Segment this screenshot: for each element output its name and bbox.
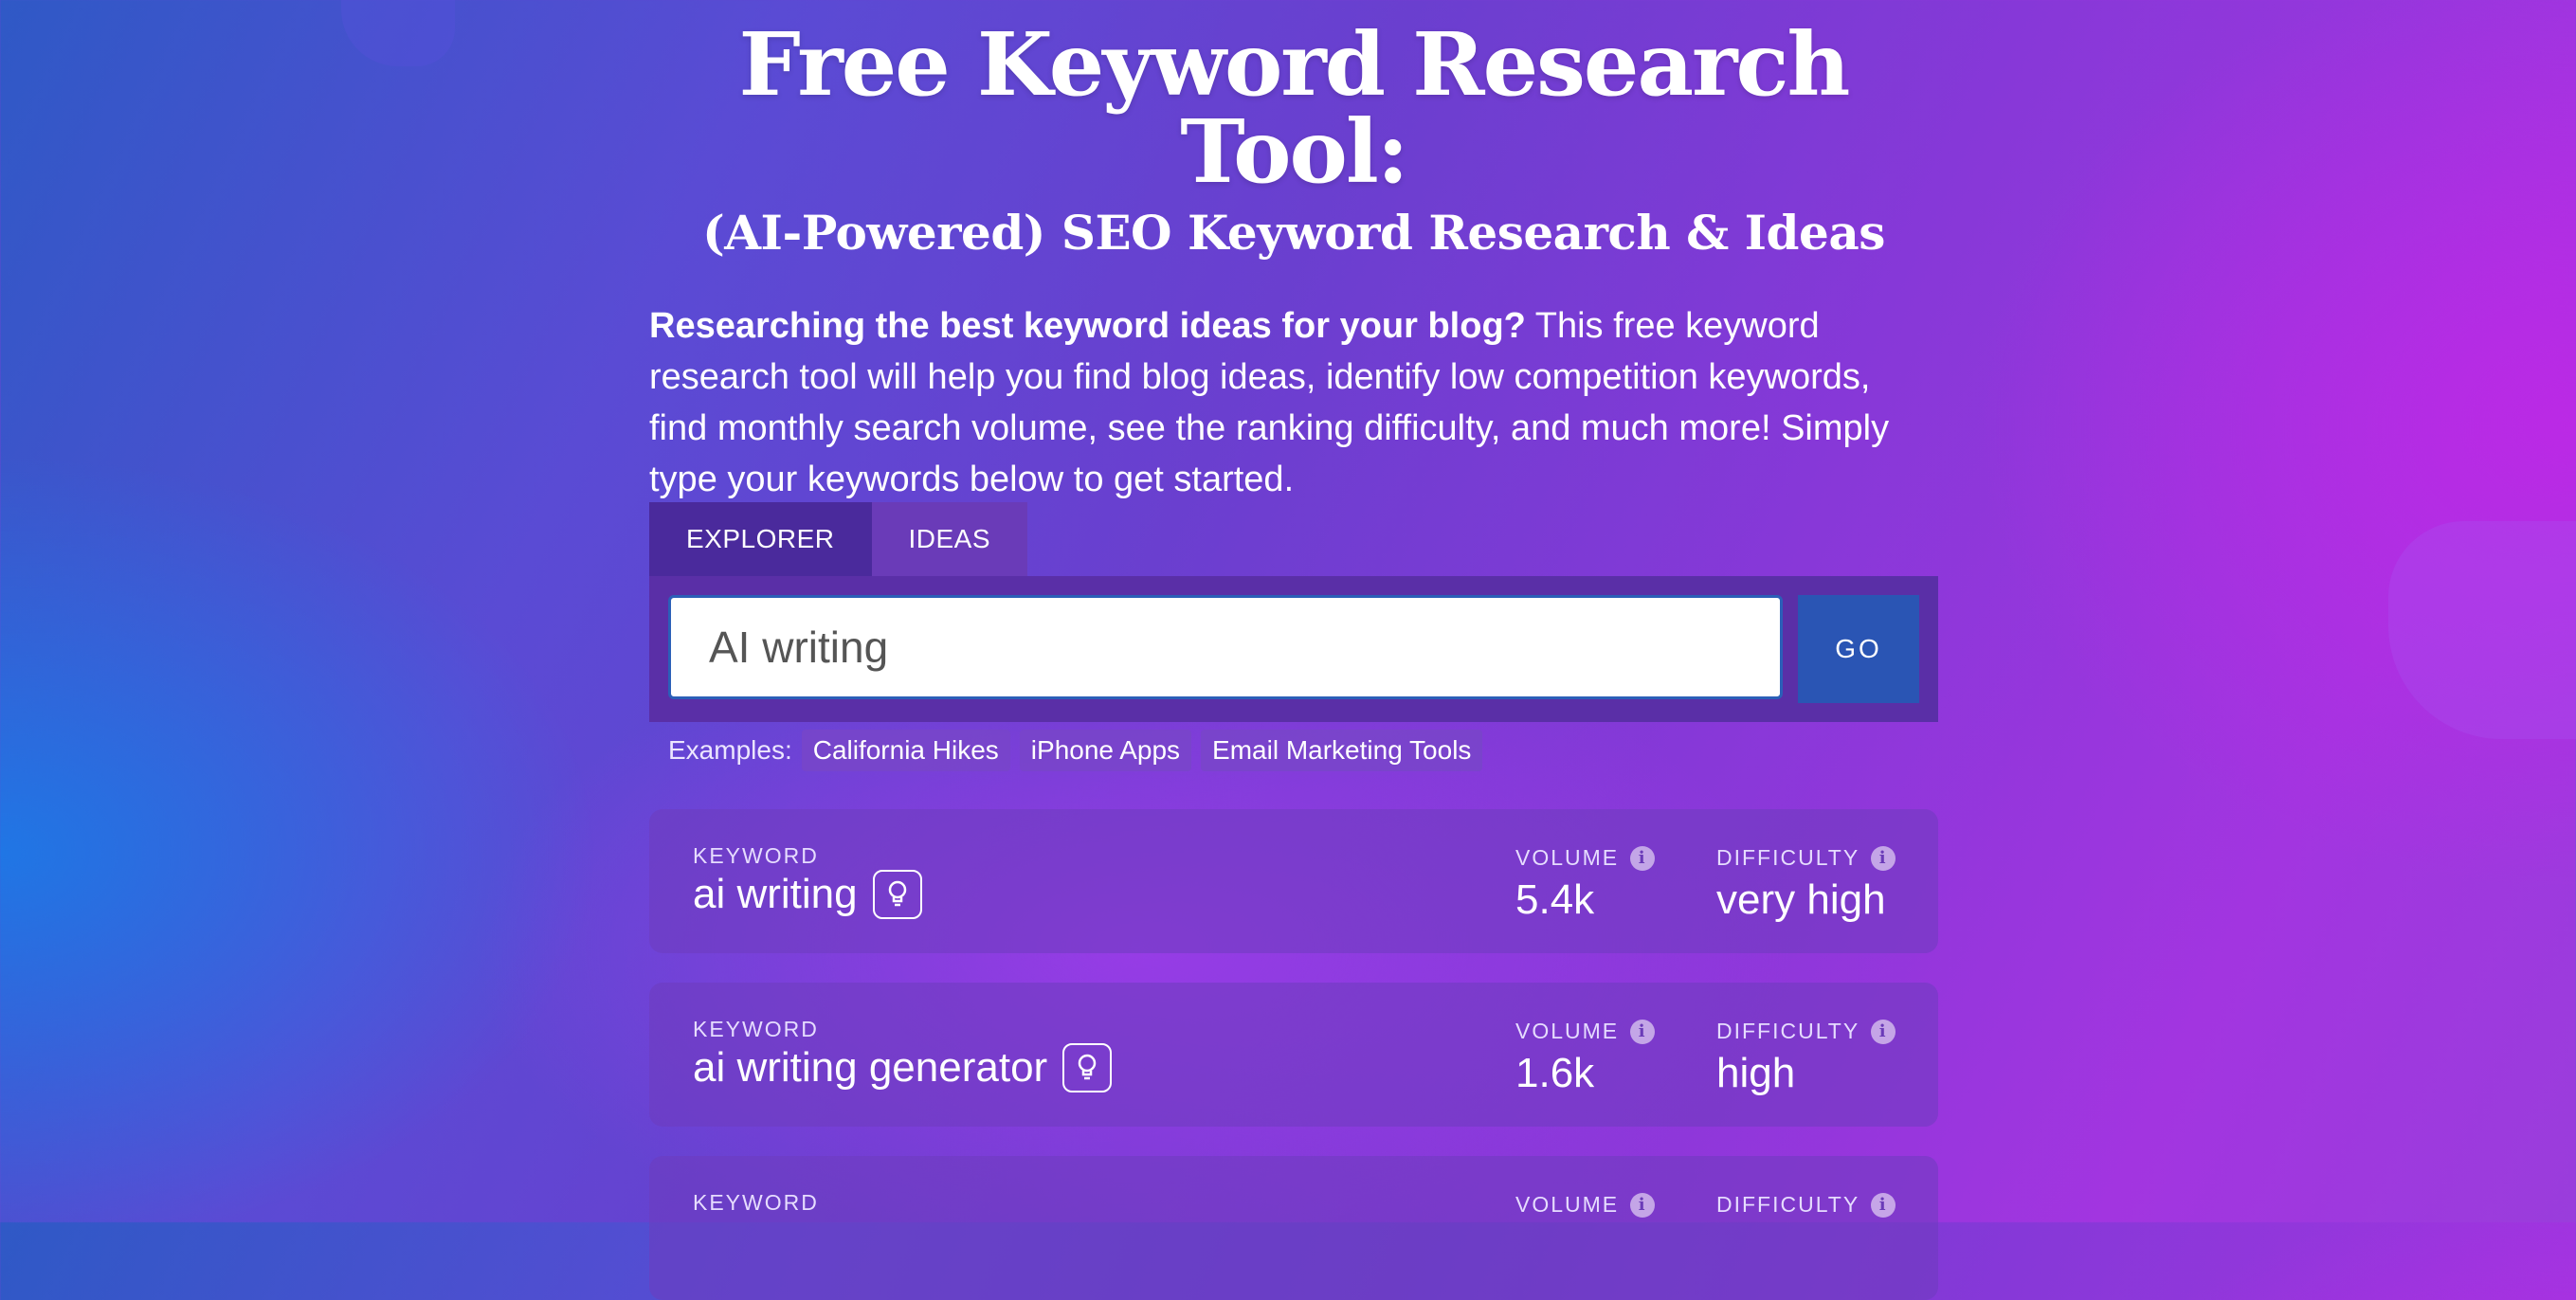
keyword-result-card: KEYWORD ai writing VOLUME i 5.4k DIFFICUL…: [649, 809, 1938, 953]
example-chip[interactable]: iPhone Apps: [1019, 730, 1192, 771]
keyword-text: ai writing: [693, 871, 858, 917]
examples-label: Examples:: [668, 735, 792, 765]
difficulty-label-text: DIFFICULTY: [1716, 1192, 1860, 1217]
difficulty-label: DIFFICULTY i: [1716, 1192, 1896, 1218]
keyword-result-card: KEYWORD ai writing generator VOLUME i 1.6…: [649, 983, 1938, 1127]
info-icon[interactable]: i: [1630, 1019, 1656, 1044]
background-shape: [2388, 521, 2576, 739]
volume-label-text: VOLUME: [1515, 1192, 1620, 1217]
tab-ideas[interactable]: IDEAS: [871, 502, 1028, 576]
tab-explorer[interactable]: EXPLORER: [649, 502, 872, 576]
main-content: Free Keyword Research Tool: (AI-Powered)…: [649, 0, 1938, 1300]
info-icon[interactable]: i: [1630, 1192, 1656, 1218]
page-subtitle: (AI-Powered) SEO Keyword Research & Idea…: [702, 205, 1885, 261]
difficulty-value: very high: [1716, 876, 1886, 923]
difficulty-label: DIFFICULTY i: [1716, 845, 1896, 871]
difficulty-label-text: DIFFICULTY: [1716, 1019, 1860, 1043]
intro-paragraph: Researching the best keyword ideas for y…: [649, 300, 1919, 505]
difficulty-column: DIFFICULTY i very high: [1716, 845, 1896, 924]
difficulty-label: DIFFICULTY i: [1716, 1019, 1896, 1044]
keyword-result-card: KEYWORD VOLUME i DIFFICULTY i: [649, 1156, 1938, 1300]
info-icon[interactable]: i: [1871, 845, 1896, 871]
background-shape: [341, 0, 455, 66]
difficulty-label-text: DIFFICULTY: [1716, 845, 1860, 870]
info-icon[interactable]: i: [1871, 1019, 1896, 1044]
example-chip[interactable]: California Hikes: [801, 730, 1010, 771]
volume-value: 5.4k: [1515, 876, 1595, 923]
volume-value: 1.6k: [1515, 1050, 1595, 1096]
keyword-label: KEYWORD: [693, 1190, 819, 1215]
volume-label: VOLUME i: [1515, 1192, 1656, 1218]
lightbulb-icon[interactable]: [1062, 1043, 1113, 1092]
lightbulb-icon[interactable]: [872, 870, 922, 919]
info-icon[interactable]: i: [1630, 845, 1656, 871]
info-icon[interactable]: i: [1871, 1192, 1896, 1218]
difficulty-column: DIFFICULTY i high: [1716, 1019, 1896, 1097]
page-title: Free Keyword Research Tool:: [738, 13, 1851, 203]
intro-bold: Researching the best keyword ideas for y…: [649, 306, 1526, 346]
volume-label-text: VOLUME: [1515, 1019, 1620, 1043]
mode-tabs: EXPLORER IDEAS: [649, 502, 1028, 576]
example-chip[interactable]: Email Marketing Tools: [1201, 730, 1483, 771]
volume-column: VOLUME i 1.6k: [1515, 1019, 1656, 1097]
keyword-label: KEYWORD: [693, 843, 819, 868]
examples-row: Examples: California Hikes iPhone Apps E…: [668, 730, 1492, 771]
keyword-search-input[interactable]: AI writing: [668, 595, 1783, 699]
volume-label-text: VOLUME: [1515, 845, 1620, 870]
go-button[interactable]: GO: [1798, 595, 1919, 703]
volume-label: VOLUME i: [1515, 1019, 1656, 1044]
search-panel: AI writing GO: [649, 576, 1938, 722]
difficulty-column: DIFFICULTY i: [1716, 1192, 1896, 1218]
volume-label: VOLUME i: [1515, 845, 1656, 871]
difficulty-value: high: [1716, 1050, 1796, 1096]
keyword-value: ai writing: [693, 870, 922, 919]
volume-column: VOLUME i: [1515, 1192, 1656, 1218]
keyword-label: KEYWORD: [693, 1017, 819, 1041]
keyword-text: ai writing generator: [693, 1044, 1048, 1091]
volume-column: VOLUME i 5.4k: [1515, 845, 1656, 924]
keyword-value: ai writing generator: [693, 1043, 1113, 1092]
